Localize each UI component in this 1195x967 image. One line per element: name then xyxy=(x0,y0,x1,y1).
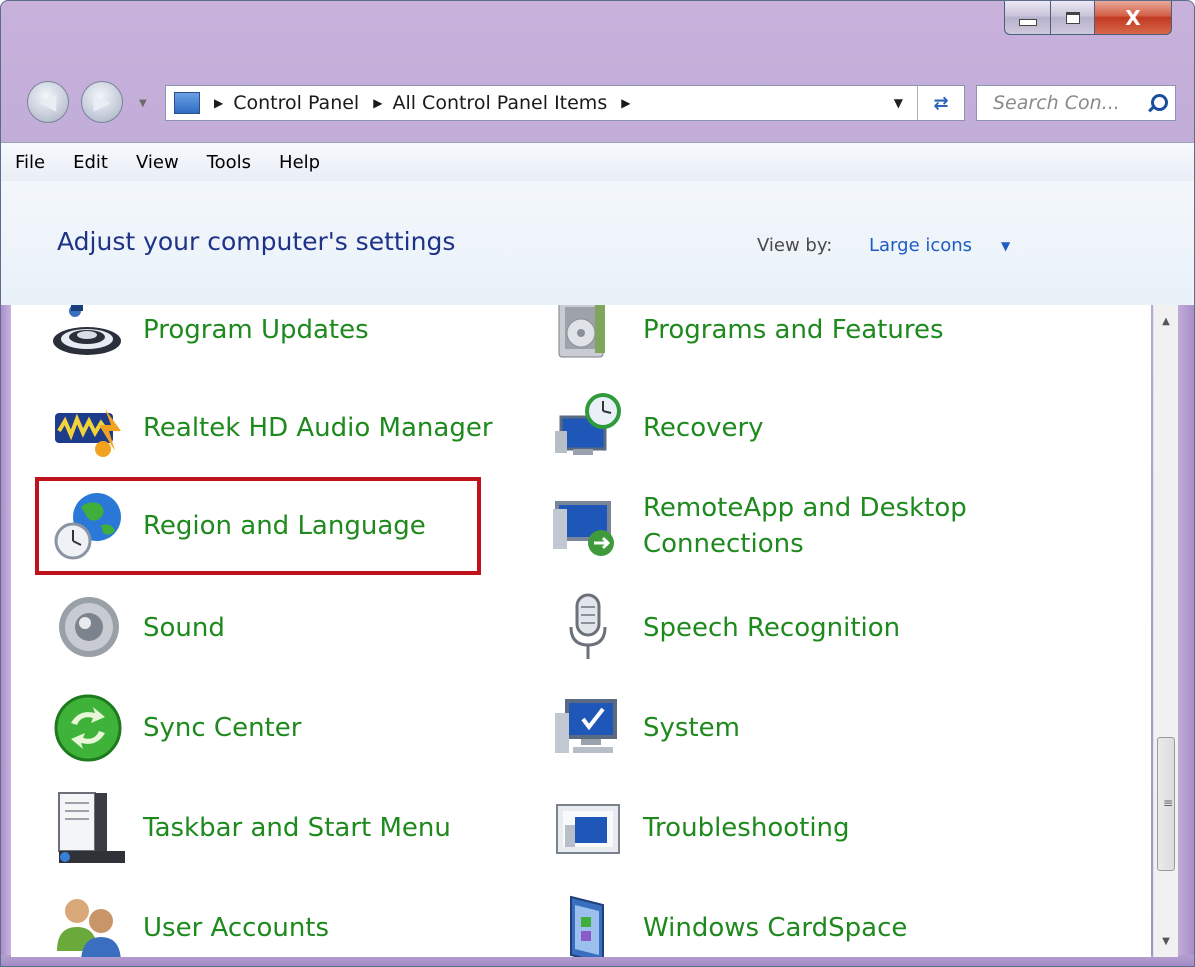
troubleshooting-icon xyxy=(551,791,625,865)
item-label[interactable]: Programs and Features xyxy=(643,312,944,348)
breadcrumb-control-panel[interactable]: Control Panel xyxy=(233,92,359,114)
address-dropdown-icon[interactable]: ▼ xyxy=(894,96,903,110)
forward-button[interactable]: ▶ xyxy=(81,81,123,123)
item-user-accounts[interactable]: User Accounts xyxy=(51,891,329,957)
item-label[interactable]: User Accounts xyxy=(143,910,329,946)
breadcrumb-separator-icon[interactable]: ▶ xyxy=(621,96,630,110)
region-language-icon xyxy=(51,489,125,563)
menu-bar: File Edit View Tools Help xyxy=(1,142,1194,182)
view-by-label: View by: xyxy=(757,235,833,256)
minimize-icon xyxy=(1018,19,1037,26)
items-list: Program Updates Programs and Features Re… xyxy=(11,305,1151,957)
menu-tools[interactable]: Tools xyxy=(207,152,251,173)
control-panel-icon xyxy=(174,92,200,114)
control-panel-window: X ◀ ▶ ▼ ▶ Control Panel ▶ All Control Pa… xyxy=(0,0,1195,967)
realtek-audio-icon xyxy=(51,391,125,465)
microphone-icon xyxy=(551,591,625,665)
item-label[interactable]: Recovery xyxy=(643,410,764,446)
cardspace-icon xyxy=(551,891,625,957)
scroll-up-icon[interactable]: ▲ xyxy=(1154,309,1178,333)
item-troubleshooting[interactable]: Troubleshooting xyxy=(551,791,850,865)
search-icon[interactable] xyxy=(1145,92,1168,114)
breadcrumb-separator-icon[interactable]: ▶ xyxy=(373,96,382,110)
recovery-icon xyxy=(551,391,625,465)
menu-edit[interactable]: Edit xyxy=(73,152,108,173)
address-bar[interactable]: ▶ Control Panel ▶ All Control Panel Item… xyxy=(165,85,965,121)
breadcrumb-separator-icon[interactable]: ▶ xyxy=(214,96,223,110)
system-icon xyxy=(551,691,625,765)
item-label[interactable]: Region and Language xyxy=(143,508,426,544)
navigation-bar: ◀ ▶ ▼ ▶ Control Panel ▶ All Control Pane… xyxy=(1,71,1194,127)
item-label-line2[interactable]: Connections xyxy=(643,526,967,562)
scrollbar-thumb[interactable]: ≡ xyxy=(1157,737,1175,871)
back-button[interactable]: ◀ xyxy=(27,81,69,123)
item-speech-recognition[interactable]: Speech Recognition xyxy=(551,591,900,665)
vertical-scrollbar[interactable]: ▲ ≡ ▼ xyxy=(1153,305,1178,957)
menu-file[interactable]: File xyxy=(15,152,45,173)
refresh-icon: ⇄ xyxy=(933,92,949,114)
back-arrow-icon: ◀ xyxy=(39,89,57,115)
program-updates-icon xyxy=(51,305,125,367)
remoteapp-icon xyxy=(551,489,625,563)
item-system[interactable]: System xyxy=(551,691,740,765)
close-button[interactable]: X xyxy=(1094,1,1172,35)
page-header: Adjust your computer's settings View by:… xyxy=(1,181,1194,305)
breadcrumb-all-items[interactable]: All Control Panel Items xyxy=(392,92,607,114)
item-taskbar-start-menu[interactable]: Taskbar and Start Menu xyxy=(51,791,451,865)
item-realtek-audio[interactable]: Realtek HD Audio Manager xyxy=(51,391,493,465)
item-label[interactable]: Sound xyxy=(143,610,225,646)
user-accounts-icon xyxy=(51,891,125,957)
menu-help[interactable]: Help xyxy=(279,152,320,173)
item-sync-center[interactable]: Sync Center xyxy=(51,691,301,765)
item-label[interactable]: Speech Recognition xyxy=(643,610,900,646)
item-windows-cardspace[interactable]: Windows CardSpace xyxy=(551,891,907,957)
scroll-down-icon[interactable]: ▼ xyxy=(1154,929,1178,953)
item-region-language[interactable]: Region and Language xyxy=(51,489,426,563)
minimize-button[interactable] xyxy=(1004,1,1050,35)
view-by-dropdown[interactable]: Large icons xyxy=(869,235,972,256)
sync-center-icon xyxy=(51,691,125,765)
search-box[interactable]: Search Con... xyxy=(976,85,1176,121)
item-program-updates[interactable]: Program Updates xyxy=(51,305,369,367)
refresh-button[interactable]: ⇄ xyxy=(917,86,964,120)
item-label[interactable]: System xyxy=(643,710,740,746)
recent-pages-dropdown[interactable]: ▼ xyxy=(139,98,147,109)
maximize-button[interactable] xyxy=(1050,1,1094,35)
search-input[interactable]: Search Con... xyxy=(993,92,1145,114)
menu-view[interactable]: View xyxy=(136,152,179,173)
item-label[interactable]: Taskbar and Start Menu xyxy=(143,810,451,846)
item-label[interactable]: Sync Center xyxy=(143,710,301,746)
item-label[interactable]: Windows CardSpace xyxy=(643,910,907,946)
caption-buttons: X xyxy=(1004,1,1172,35)
sound-icon xyxy=(51,591,125,665)
grip-icon: ≡ xyxy=(1163,796,1174,810)
item-label[interactable]: Realtek HD Audio Manager xyxy=(143,410,493,446)
item-sound[interactable]: Sound xyxy=(51,591,225,665)
chevron-down-icon[interactable]: ▼ xyxy=(1001,239,1010,253)
item-label[interactable]: Program Updates xyxy=(143,312,369,348)
item-recovery[interactable]: Recovery xyxy=(551,391,764,465)
taskbar-icon xyxy=(51,791,125,865)
item-label[interactable]: RemoteApp and Desktop xyxy=(643,490,967,526)
forward-arrow-icon: ▶ xyxy=(93,89,111,115)
item-label[interactable]: Troubleshooting xyxy=(643,810,850,846)
item-programs-features[interactable]: Programs and Features xyxy=(551,305,944,367)
maximize-icon xyxy=(1065,11,1080,24)
programs-features-icon xyxy=(551,305,625,367)
page-title: Adjust your computer's settings xyxy=(57,227,456,256)
item-remoteapp[interactable]: RemoteApp and Desktop Connections xyxy=(551,489,967,563)
